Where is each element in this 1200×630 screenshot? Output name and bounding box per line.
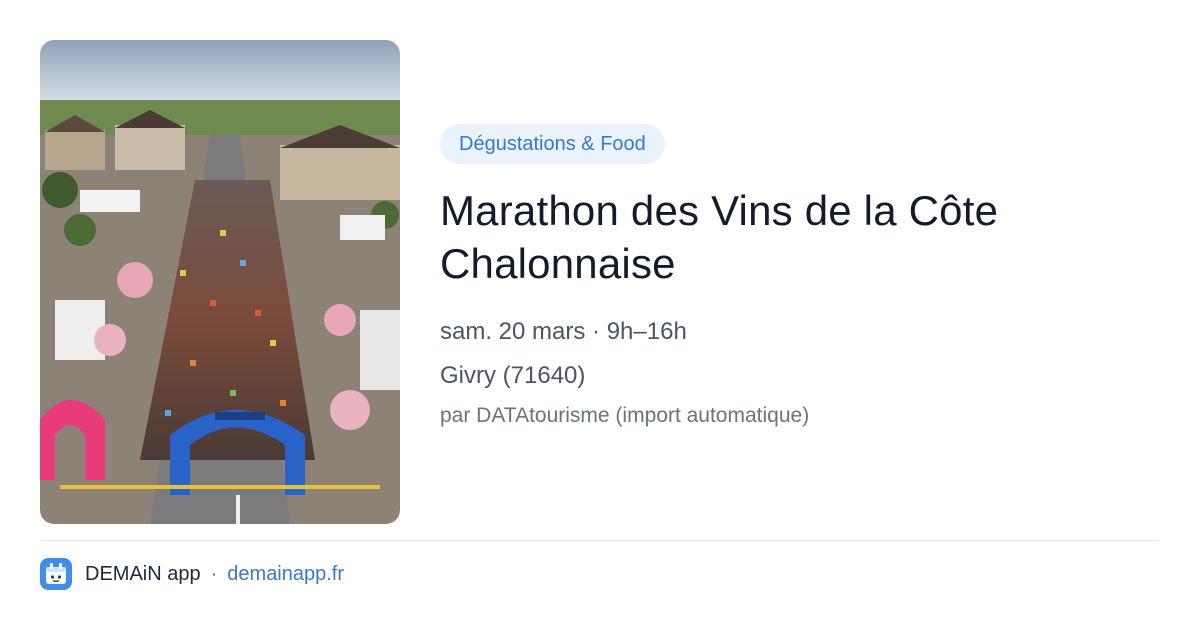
event-photo[interactable]: [40, 40, 400, 524]
footer-separator: ·: [210, 562, 218, 585]
app-footer: DEMAiN app · demainapp.fr: [40, 558, 344, 590]
event-share-card: Dégustations & Food Marathon des Vins de…: [0, 0, 1200, 630]
event-location: Givry (71640): [440, 362, 586, 389]
event-source: par DATAtourisme (import automatique): [440, 404, 810, 427]
demain-app-logo-icon[interactable]: [40, 558, 72, 590]
event-info: Dégustations & Food Marathon des Vins de…: [440, 124, 1160, 430]
event-date-time: sam. 20 mars · 9h–16h: [440, 318, 687, 345]
event-title[interactable]: Marathon des Vins de la Côte Chalonnaise: [440, 184, 1160, 290]
category-badge[interactable]: Dégustations & Food: [440, 124, 665, 164]
app-name: DEMAiN app: [85, 562, 201, 585]
app-url-link[interactable]: demainapp.fr: [227, 563, 344, 586]
footer-divider: [40, 540, 1160, 541]
